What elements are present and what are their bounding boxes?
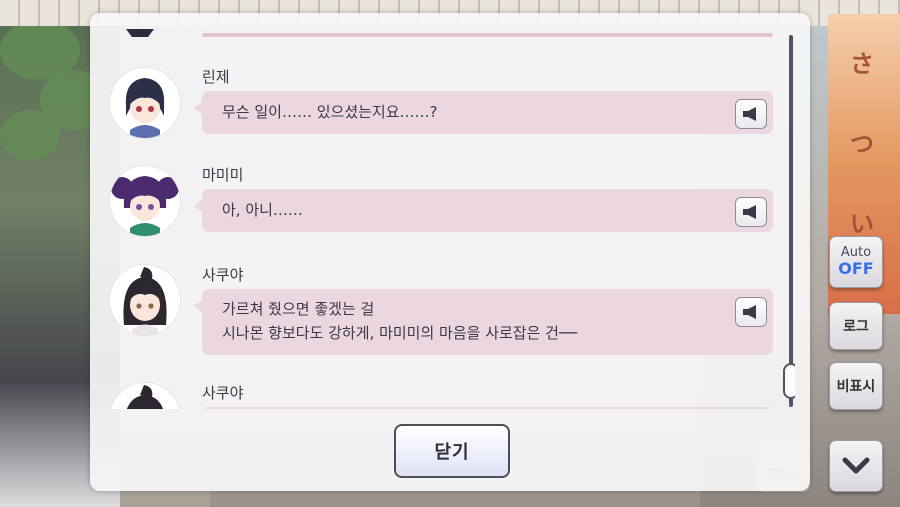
speaker-name: 사쿠야	[202, 384, 244, 402]
hide-ui-button[interactable]: 비표시	[829, 362, 883, 410]
dialogue-text-line2: 시나몬 향보다도 강하게, 마미미의 마음을 사로잡은 건──	[222, 324, 578, 342]
dialogue-text-line1: 가르쳐 줬으면 좋겠는 걸	[222, 300, 375, 318]
sakuya-avatar	[110, 265, 180, 335]
scrollbar-track[interactable]	[789, 35, 793, 407]
dialogue-bubble: 가르쳐 줬으면 좋겠는 걸 시나몬 향보다도 강하게, 마미미의 마음을 사로잡…	[194, 289, 773, 355]
chevron-down-icon	[842, 457, 870, 474]
close-button[interactable]: 닫기	[394, 424, 510, 478]
dialogue-bubble: 아, 아니……	[194, 189, 773, 232]
avatar-partial	[126, 29, 154, 37]
dialogue-text: 아, 아니……	[222, 201, 303, 219]
auto-label: Auto	[840, 245, 872, 260]
previous-bubble-edge	[202, 33, 773, 37]
scrollbar-thumb[interactable]	[783, 363, 795, 399]
mamimi-avatar	[110, 166, 180, 236]
speaker-name: 사쿠야	[202, 266, 244, 284]
log-button[interactable]: 로그	[829, 302, 883, 350]
dialogue-bubble: 무슨 일이…… 있으셨는지요……?	[194, 91, 773, 134]
hide-label: 비표시	[836, 379, 876, 395]
speaker-icon	[743, 305, 756, 319]
scroll-down-button[interactable]	[829, 440, 883, 492]
rinze-avatar	[110, 68, 180, 138]
voice-replay-button[interactable]	[735, 99, 767, 129]
voice-replay-button[interactable]	[735, 297, 767, 327]
speaker-name: 마미미	[202, 166, 244, 184]
speaker-icon	[743, 107, 756, 121]
log-dialog: 린제 무슨 일이…… 있으셨는지요……? 마미미 아, 아니…… 사쿠야 가르쳐…	[90, 13, 810, 491]
dialogue-text: 무슨 일이…… 있으셨는지요……?	[222, 103, 438, 121]
voice-replay-button[interactable]	[735, 197, 767, 227]
sakuya-avatar	[110, 383, 180, 409]
auto-button[interactable]: Auto OFF	[829, 236, 883, 288]
dialogue-bubble	[202, 407, 773, 409]
auto-state: OFF	[838, 259, 874, 278]
log-list[interactable]: 린제 무슨 일이…… 있으셨는지요……? 마미미 아, 아니…… 사쿠야 가르쳐…	[90, 13, 795, 409]
log-label: 로그	[843, 319, 869, 335]
speaker-name: 린제	[202, 68, 230, 86]
speaker-icon	[743, 205, 756, 219]
